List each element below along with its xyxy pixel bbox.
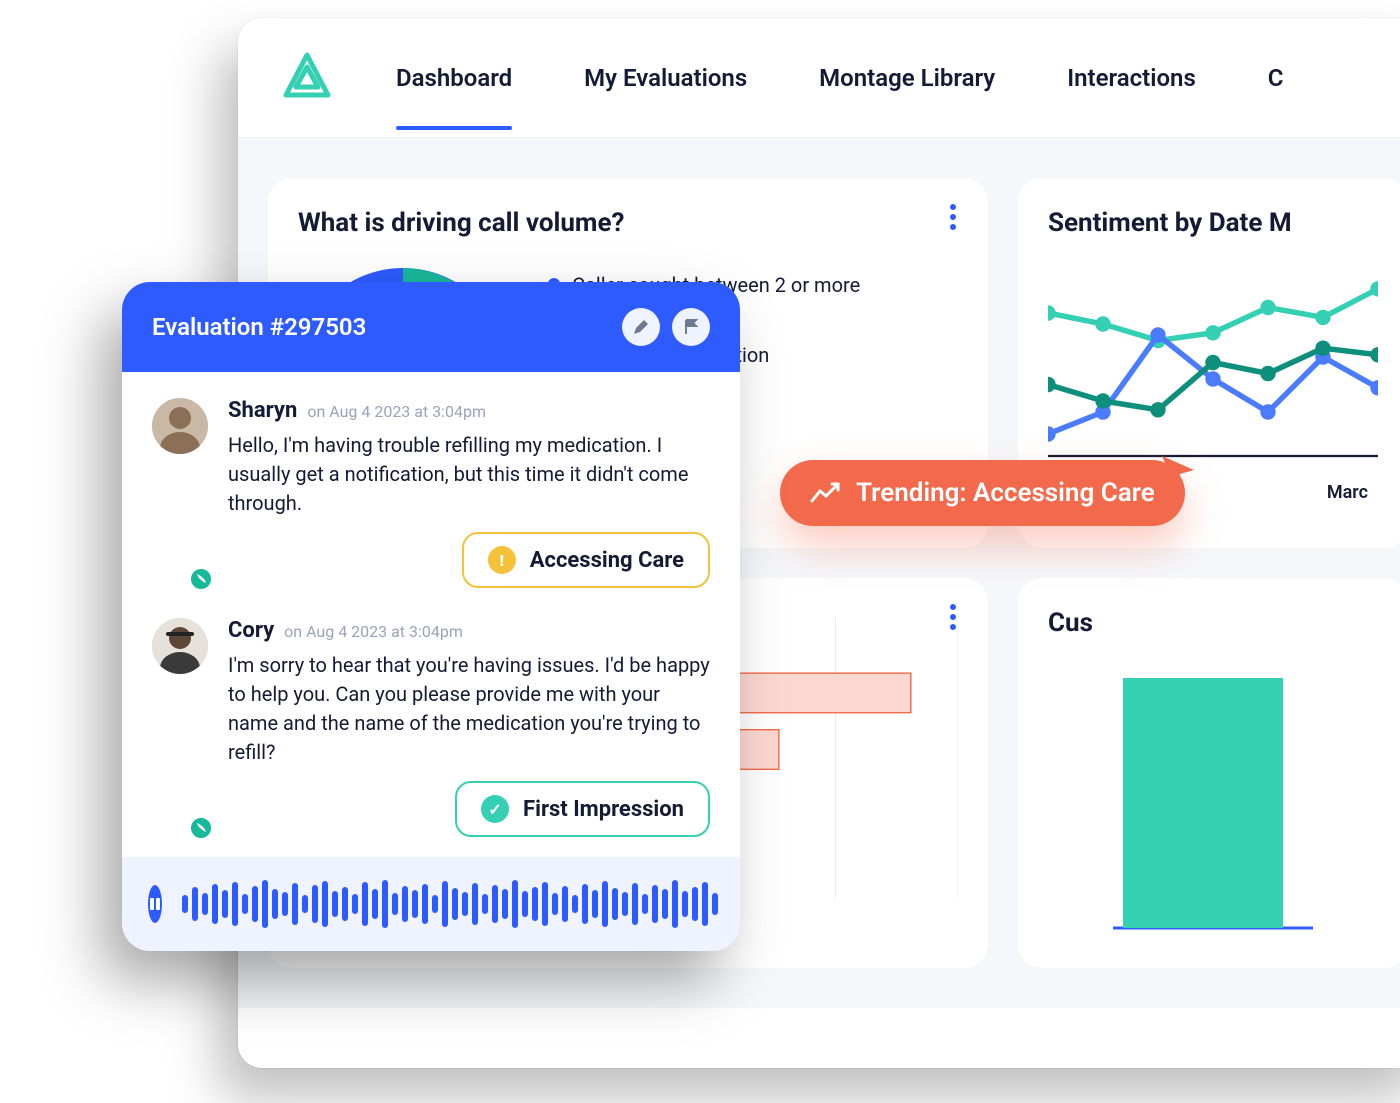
top-nav: Dashboard My Evaluations Montage Library… bbox=[396, 52, 1283, 104]
tag-label: Accessing Care bbox=[530, 548, 684, 573]
tag-first-impression[interactable]: ✓ First Impression bbox=[455, 781, 710, 837]
check-icon: ✓ bbox=[481, 795, 509, 823]
customers-title: Cus bbox=[1048, 608, 1378, 638]
tag-label: First Impression bbox=[523, 797, 684, 822]
message-item: Cory on Aug 4 2023 at 3:04pm I'm sorry t… bbox=[152, 618, 710, 837]
x-axis-label: Marc bbox=[1327, 482, 1368, 503]
nav-interactions[interactable]: Interactions bbox=[1067, 52, 1196, 104]
cursor-icon bbox=[1158, 452, 1198, 492]
nav-dashboard[interactable]: Dashboard bbox=[396, 52, 512, 104]
message-text: I'm sorry to hear that you're having iss… bbox=[228, 651, 710, 767]
flag-button[interactable] bbox=[672, 308, 710, 346]
trending-label: Trending: Accessing Care bbox=[856, 478, 1155, 508]
avatar bbox=[152, 618, 208, 837]
sentiment-line-chart bbox=[1048, 258, 1378, 478]
message-author: Cory bbox=[228, 618, 274, 643]
trending-up-icon bbox=[810, 481, 840, 505]
edit-button[interactable] bbox=[622, 308, 660, 346]
alert-icon: ! bbox=[488, 546, 516, 574]
tag-accessing-care[interactable]: ! Accessing Care bbox=[462, 532, 710, 588]
nav-truncated[interactable]: C bbox=[1268, 52, 1284, 104]
nav-my-evaluations[interactable]: My Evaluations bbox=[584, 52, 747, 104]
pause-button[interactable] bbox=[148, 885, 162, 923]
card-menu-icon[interactable] bbox=[938, 602, 968, 632]
message-item: Sharyn on Aug 4 2023 at 3:04pm Hello, I'… bbox=[152, 398, 710, 588]
audio-waveform[interactable] bbox=[182, 879, 718, 929]
message-timestamp: on Aug 4 2023 at 3:04pm bbox=[307, 402, 486, 421]
pause-icon bbox=[148, 897, 162, 911]
trending-pill[interactable]: Trending: Accessing Care bbox=[780, 460, 1185, 526]
flag-icon bbox=[682, 318, 700, 336]
top-bar: Dashboard My Evaluations Montage Library… bbox=[238, 18, 1400, 138]
evaluation-title: Evaluation #297503 bbox=[152, 313, 366, 341]
pencil-icon bbox=[632, 318, 650, 336]
message-author: Sharyn bbox=[228, 398, 297, 423]
nav-montage-library[interactable]: Montage Library bbox=[819, 52, 995, 104]
avatar bbox=[152, 398, 208, 588]
evaluation-header: Evaluation #297503 bbox=[122, 282, 740, 372]
customers-bar-chart bbox=[1048, 638, 1378, 938]
message-text: Hello, I'm having trouble refilling my m… bbox=[228, 431, 710, 518]
call-badge-icon bbox=[188, 815, 214, 841]
call-volume-title: What is driving call volume? bbox=[298, 208, 958, 238]
card-menu-icon[interactable] bbox=[938, 202, 968, 232]
call-badge-icon bbox=[188, 566, 214, 592]
message-timestamp: on Aug 4 2023 at 3:04pm bbox=[284, 622, 463, 641]
customers-card: Cus bbox=[1018, 578, 1400, 968]
sentiment-title: Sentiment by Date M bbox=[1048, 208, 1378, 238]
evaluation-panel: Evaluation #297503 bbox=[122, 282, 740, 951]
audio-player bbox=[122, 857, 740, 951]
evaluation-header-actions bbox=[622, 308, 710, 346]
evaluation-body: Sharyn on Aug 4 2023 at 3:04pm Hello, I'… bbox=[122, 372, 740, 857]
app-logo bbox=[278, 49, 336, 107]
